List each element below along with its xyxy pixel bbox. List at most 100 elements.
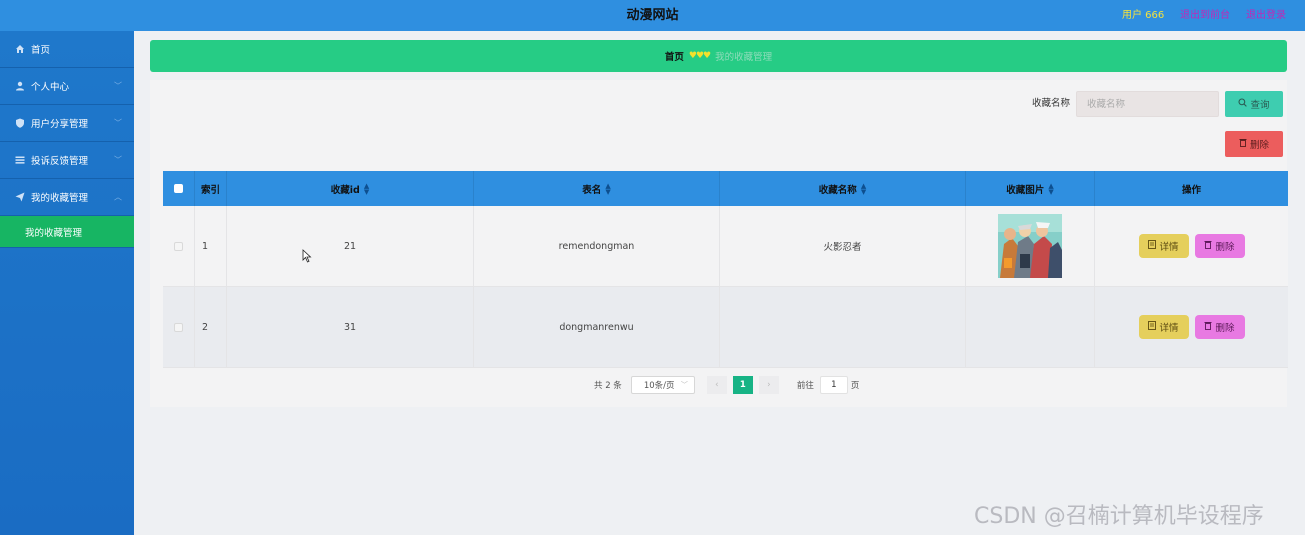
sidebar-item-favorites[interactable]: 我的收藏管理 ︿ (0, 179, 134, 216)
chevron-left-icon: ‹ (715, 380, 719, 390)
sidebar-item-label: 个人中心 (31, 82, 70, 93)
list-icon (15, 155, 25, 165)
header-label: 收藏id (330, 184, 360, 196)
sidebar-item-home[interactable]: 首页 (0, 31, 134, 68)
mouse-cursor-icon (302, 249, 312, 263)
cell-tablename: dongmanrenwu (474, 287, 720, 368)
cell-tablename: remendongman (474, 206, 720, 287)
home-icon (15, 44, 25, 54)
cell-refid: 31 (227, 287, 474, 368)
sidebar-item-share[interactable]: 用户分享管理 ﹀ (0, 105, 134, 142)
select-all-checkbox[interactable] (174, 184, 183, 193)
sidebar-item-feedback[interactable]: 投诉反馈管理 ﹀ (0, 142, 134, 179)
cell-index: 2 (195, 287, 227, 368)
cell-actions: 详情 删除 (1095, 287, 1288, 368)
user-name: 用户 666 (1122, 10, 1165, 21)
trash-icon (1204, 240, 1212, 252)
sort-icon[interactable]: ▲ ▼ (1048, 182, 1053, 195)
detail-button[interactable]: 详情 (1138, 234, 1189, 258)
sidebar-item-label: 首页 (31, 45, 51, 56)
row-select-cell (163, 206, 195, 287)
header-tablename[interactable]: 表名 ▲ ▼ (474, 171, 720, 206)
detail-label: 详情 (1159, 323, 1179, 334)
cell-picture (966, 206, 1095, 287)
heart-separator-icon: ♥♥♥ (688, 51, 711, 61)
content-panel: 收藏名称 查询 删除 索引 收藏id▲▼ 表名▲▼ 收藏名称▲▼ 收藏图片▲▼ … (150, 80, 1288, 407)
watermark: CSDN @召楠计算机毕设程序 (974, 504, 1264, 529)
table-header: 索引 收藏id ▲ ▼ 表名 ▲ ▼ 收藏名称 ▲ ▼ 收藏图片 ▲ ▼ 操作 (163, 171, 1288, 206)
sidebar: 首页 个人中心 ﹀ 用户分享管理 ﹀ 投诉反馈管理 ﹀ 我的收藏管理 ︿ 我的收… (0, 31, 134, 535)
search-icon (1238, 98, 1248, 110)
document-icon (1148, 240, 1157, 252)
cell-index: 1 (195, 206, 227, 287)
batch-delete-button[interactable]: 删除 (1225, 131, 1283, 157)
sidebar-item-label: 我的收藏管理 (31, 193, 89, 204)
table-row: 2 31 dongmanrenwu 详情 删除 (163, 287, 1288, 368)
sidebar-item-label: 用户分享管理 (31, 119, 89, 130)
search-label: 收藏名称 (1032, 98, 1071, 109)
table-row: 1 21 remendongman 火影忍者 详情 删除 (163, 206, 1288, 287)
detail-button[interactable]: 详情 (1138, 315, 1189, 339)
send-icon (15, 192, 25, 202)
prev-page-button[interactable]: ‹ (706, 376, 727, 394)
pagination-total: 共 2 条 (594, 381, 622, 391)
trash-icon (1204, 321, 1212, 333)
query-button-label: 查询 (1250, 100, 1270, 111)
favorites-table: 索引 收藏id ▲ ▼ 表名 ▲ ▼ 收藏名称 ▲ ▼ 收藏图片 ▲ ▼ 操作 1 21 rem… (163, 171, 1288, 368)
top-header: 动漫网站 用户 666 退出到前台 退出登录 (0, 0, 1305, 31)
delete-button-label: 删除 (1249, 140, 1269, 151)
back-to-front-link[interactable]: 退出到前台 (1180, 0, 1230, 31)
row-delete-button[interactable]: 删除 (1194, 315, 1245, 339)
next-page-button[interactable]: › (758, 376, 779, 394)
header-label: 收藏名称 (818, 184, 857, 196)
row-delete-button[interactable]: 删除 (1194, 234, 1245, 258)
page-number-button[interactable]: 1 (732, 376, 753, 394)
header-name[interactable]: 收藏名称 ▲ ▼ (720, 171, 966, 206)
anime-thumbnail-image[interactable] (998, 214, 1062, 278)
header-label: 收藏图片 (1006, 184, 1045, 196)
chevron-down-icon: ﹀ (114, 155, 122, 165)
logout-link[interactable]: 退出登录 (1246, 0, 1286, 31)
cell-name: 火影忍者 (720, 206, 966, 287)
chevron-right-icon: › (767, 380, 771, 390)
shield-icon (15, 118, 25, 128)
document-icon (1148, 321, 1157, 333)
sidebar-item-label: 投诉反馈管理 (31, 156, 89, 167)
user-icon (15, 81, 25, 91)
sort-icon[interactable]: ▲ ▼ (605, 182, 610, 195)
goto-page-input[interactable] (819, 376, 848, 394)
sort-icon[interactable]: ▲ ▼ (861, 182, 866, 195)
header-picture[interactable]: 收藏图片 ▲ ▼ (966, 171, 1095, 206)
chevron-up-icon: ︿ (114, 192, 122, 202)
breadcrumb-current: 我的收藏管理 (715, 52, 773, 63)
detail-label: 详情 (1159, 242, 1179, 253)
cell-picture (966, 287, 1095, 368)
goto-label: 前往 (796, 381, 814, 391)
page-size-select[interactable]: 10条/页 ﹀ (630, 376, 695, 394)
chevron-down-icon: ﹀ (114, 81, 122, 91)
header-refid[interactable]: 收藏id ▲ ▼ (227, 171, 474, 206)
cell-actions: 详情 删除 (1095, 206, 1288, 287)
sort-icon[interactable]: ▲ ▼ (364, 182, 369, 195)
row-delete-label: 删除 (1215, 242, 1235, 253)
page-suffix: 页 (850, 381, 860, 391)
sidebar-item-personal[interactable]: 个人中心 ﹀ (0, 68, 134, 105)
chevron-down-icon: ﹀ (680, 381, 688, 389)
cell-refid: 21 (227, 206, 474, 287)
query-button[interactable]: 查询 (1225, 91, 1283, 117)
chevron-down-icon: ﹀ (114, 118, 122, 128)
row-delete-label: 删除 (1215, 323, 1235, 334)
header-label: 表名 (582, 184, 602, 196)
breadcrumb-home[interactable]: 首页 (665, 49, 684, 63)
breadcrumb: 首页 ♥♥♥ 我的收藏管理 (150, 40, 1287, 72)
header-index: 索引 (195, 171, 227, 206)
pagination: 共 2 条 10条/页 ﹀ ‹ 1 › 前往 页 (594, 376, 859, 394)
site-title: 动漫网站 (626, 8, 679, 23)
row-checkbox[interactable] (174, 322, 183, 332)
row-select-cell (163, 287, 195, 368)
search-input[interactable] (1076, 91, 1219, 117)
page-size-value: 10条/页 (643, 381, 675, 391)
row-checkbox[interactable] (174, 241, 183, 251)
sidebar-subitem-favorites[interactable]: 我的收藏管理 (0, 216, 134, 248)
select-all-cell (163, 171, 195, 206)
